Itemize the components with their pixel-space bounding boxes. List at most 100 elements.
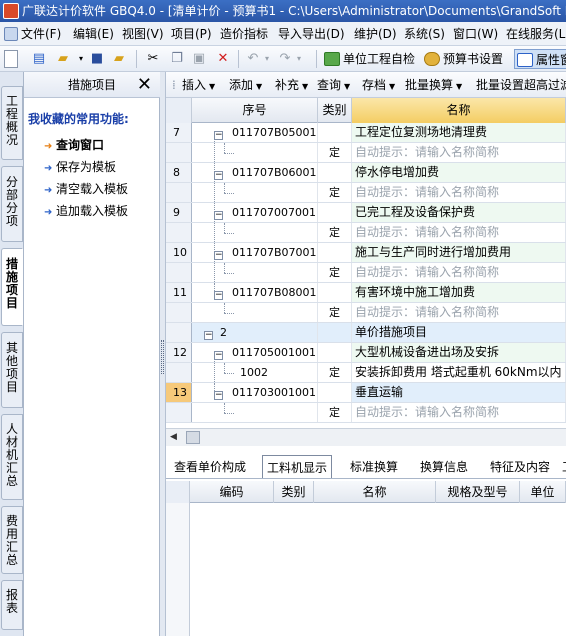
name-cell[interactable]: 已完工程及设备保护费 [352, 203, 566, 222]
table-row[interactable]: 9 −011707007001 已完工程及设备保护费 [166, 203, 566, 223]
fav-item-query-window[interactable]: ➜ 查询窗口 [44, 136, 104, 153]
supplement-button[interactable]: 补充 ▼ [275, 72, 308, 97]
tree-toggle[interactable]: − [214, 163, 228, 182]
name-cell[interactable]: 停水停电增加费 [352, 163, 566, 182]
table-row[interactable]: 12 −011705001001 大型机械设备进出场及安拆 [166, 343, 566, 363]
name-cell[interactable]: 自动提示：请输入名称简称 [352, 143, 566, 162]
tab-reports[interactable]: 报表 [1, 580, 23, 630]
properties-window-button[interactable]: 属性窗 [514, 49, 566, 69]
batch-convert-button[interactable]: 批量换算 ▼ [405, 72, 462, 97]
table-row[interactable]: 定 自动提示：请输入名称简称 [166, 143, 566, 163]
menu-file[interactable]: 文件(F) [4, 22, 61, 45]
table-row[interactable]: 定 自动提示：请输入名称简称 [166, 263, 566, 283]
header-type[interactable]: 类别 [274, 481, 314, 503]
header-item-name[interactable]: 名称 [314, 481, 436, 503]
tree-toggle[interactable]: − [214, 383, 228, 402]
menu-edit[interactable]: 编辑(E) [73, 22, 114, 45]
tree-toggle[interactable]: − [214, 203, 228, 222]
table-row[interactable]: 定 自动提示：请输入名称简称 [166, 403, 566, 423]
table-row[interactable]: 1002 定 安装拆卸费用 塔式起重机 60kNm以内 [166, 363, 566, 383]
table-row[interactable]: 8 −011707B06001 停水停电增加费 [166, 163, 566, 183]
tree-toggle[interactable]: − [214, 343, 228, 362]
menu-view[interactable]: 视图(V) [122, 22, 164, 45]
tab-standard-conversion[interactable]: 标准换算 [346, 455, 402, 478]
name-cell[interactable]: 安装拆卸费用 塔式起重机 60kNm以内 [352, 363, 566, 382]
table-row[interactable]: 11 −011707B08001 有害环境中施工增加费 [166, 283, 566, 303]
menu-cost-index[interactable]: 造价指标 [220, 22, 268, 45]
tree-toggle[interactable]: − [214, 283, 228, 302]
tab-unit-price-composition[interactable]: 查看单价构成 [170, 455, 250, 478]
tab-conversion-info[interactable]: 换算信息 [416, 455, 472, 478]
delete-icon[interactable]: ✕ [214, 50, 232, 68]
name-cell[interactable]: 工程定位复测场地清理费 [352, 123, 566, 142]
open-folder-icon[interactable]: ▰ [54, 50, 72, 68]
header-name[interactable]: 名称 [352, 98, 566, 123]
table-row[interactable]: 定 自动提示：请输入名称简称 [166, 303, 566, 323]
table-row[interactable]: 定 自动提示：请输入名称简称 [166, 223, 566, 243]
table-row[interactable]: −2 单价措施项目 [166, 323, 566, 343]
fav-item-save-template[interactable]: ➜ 保存为模板 [44, 158, 116, 175]
tab-cost-summary[interactable]: 费用汇总 [1, 506, 23, 574]
name-cell[interactable]: 自动提示：请输入名称简称 [352, 403, 566, 422]
insert-button[interactable]: 插入 ▼ [182, 72, 215, 97]
tab-features-content[interactable]: 特征及内容 [486, 455, 554, 478]
name-cell[interactable]: 自动提示：请输入名称简称 [352, 303, 566, 322]
table-row[interactable]: 10 −011707B07001 施工与生产同时进行增加费用 [166, 243, 566, 263]
paste-icon[interactable]: ▣ [190, 50, 208, 68]
batch-height-filter-button[interactable]: 批量设置超高过滤 [476, 72, 566, 97]
add-button[interactable]: 添加 ▼ [229, 72, 262, 97]
tab-other-items[interactable]: 其他项目 [1, 332, 23, 408]
name-cell[interactable]: 单价措施项目 [352, 323, 566, 342]
save-icon[interactable]: ■ [88, 50, 106, 68]
menu-window[interactable]: 窗口(W) [453, 22, 498, 45]
cut-icon[interactable]: ✂ [144, 50, 162, 68]
splitter-grip[interactable] [161, 340, 164, 374]
unit-check-button[interactable]: 单位工程自检 [324, 49, 415, 69]
tree-toggle[interactable]: − [214, 243, 228, 262]
redo-dropdown-icon[interactable]: ▾ [290, 50, 308, 68]
code-cell: 1002 [192, 363, 318, 382]
new-project-icon[interactable]: ▤ [30, 50, 48, 68]
archive-button[interactable]: 存档 ▼ [362, 72, 395, 97]
tree-toggle[interactable]: − [214, 123, 228, 142]
header-sequence[interactable]: 序号 [192, 98, 318, 123]
copy-icon[interactable]: ❐ [168, 50, 186, 68]
tab-measures[interactable]: 措施项目 [1, 248, 23, 326]
scrollbar-thumb[interactable] [186, 431, 200, 444]
tree-toggle[interactable]: − [204, 323, 218, 342]
horizontal-scrollbar[interactable]: ◀ [166, 428, 566, 446]
scroll-left-arrow-icon[interactable]: ◀ [170, 432, 177, 442]
menu-online-service[interactable]: 在线服务(L [506, 22, 565, 45]
budget-settings-button[interactable]: 预算书设置 [424, 49, 503, 69]
name-cell[interactable]: 垂直运输 [352, 383, 566, 402]
tab-labor-material-display[interactable]: 工料机显示 [262, 455, 333, 478]
tab-sub-items[interactable]: 分部分项 [1, 166, 23, 242]
name-cell[interactable]: 自动提示：请输入名称简称 [352, 223, 566, 242]
menu-project[interactable]: 项目(P) [171, 22, 212, 45]
header-unit[interactable]: 单位 [520, 481, 566, 503]
header-category[interactable]: 类别 [318, 98, 352, 123]
name-cell[interactable]: 大型机械设备进出场及安拆 [352, 343, 566, 362]
name-cell[interactable]: 自动提示：请输入名称简称 [352, 183, 566, 202]
fav-item-clear-load-template[interactable]: ➜ 清空载入模板 [44, 180, 128, 197]
table-row[interactable]: 定 自动提示：请输入名称简称 [166, 183, 566, 203]
undo-dropdown-icon[interactable]: ▾ [258, 50, 276, 68]
header-spec-model[interactable]: 规格及型号 [436, 481, 520, 503]
name-cell[interactable]: 施工与生产同时进行增加费用 [352, 243, 566, 262]
menu-import-export[interactable]: 导入导出(D) [278, 22, 345, 45]
save-as-icon[interactable]: ▰ [110, 50, 128, 68]
tab-labor-material-machine[interactable]: 人材机汇总 [1, 414, 23, 500]
name-cell[interactable]: 自动提示：请输入名称简称 [352, 263, 566, 282]
name-cell[interactable]: 有害环境中施工增加费 [352, 283, 566, 302]
tab-more[interactable]: 工 [558, 455, 566, 478]
fav-item-append-load-template[interactable]: ➜ 追加载入模板 [44, 202, 128, 219]
table-row[interactable]: 7 −011707B05001 工程定位复测场地清理费 [166, 123, 566, 143]
menu-system[interactable]: 系统(S) [404, 22, 445, 45]
tab-project-overview[interactable]: 工程概况 [1, 86, 23, 160]
header-code[interactable]: 编码 [190, 481, 274, 503]
query-button[interactable]: 查询 ▼ [317, 72, 350, 97]
new-file-icon[interactable] [4, 50, 18, 68]
menu-maintenance[interactable]: 维护(D) [354, 22, 397, 45]
close-icon[interactable]: ✕ [137, 72, 152, 98]
table-row-selected[interactable]: 13 −011703001001 垂直运输 [166, 383, 566, 403]
